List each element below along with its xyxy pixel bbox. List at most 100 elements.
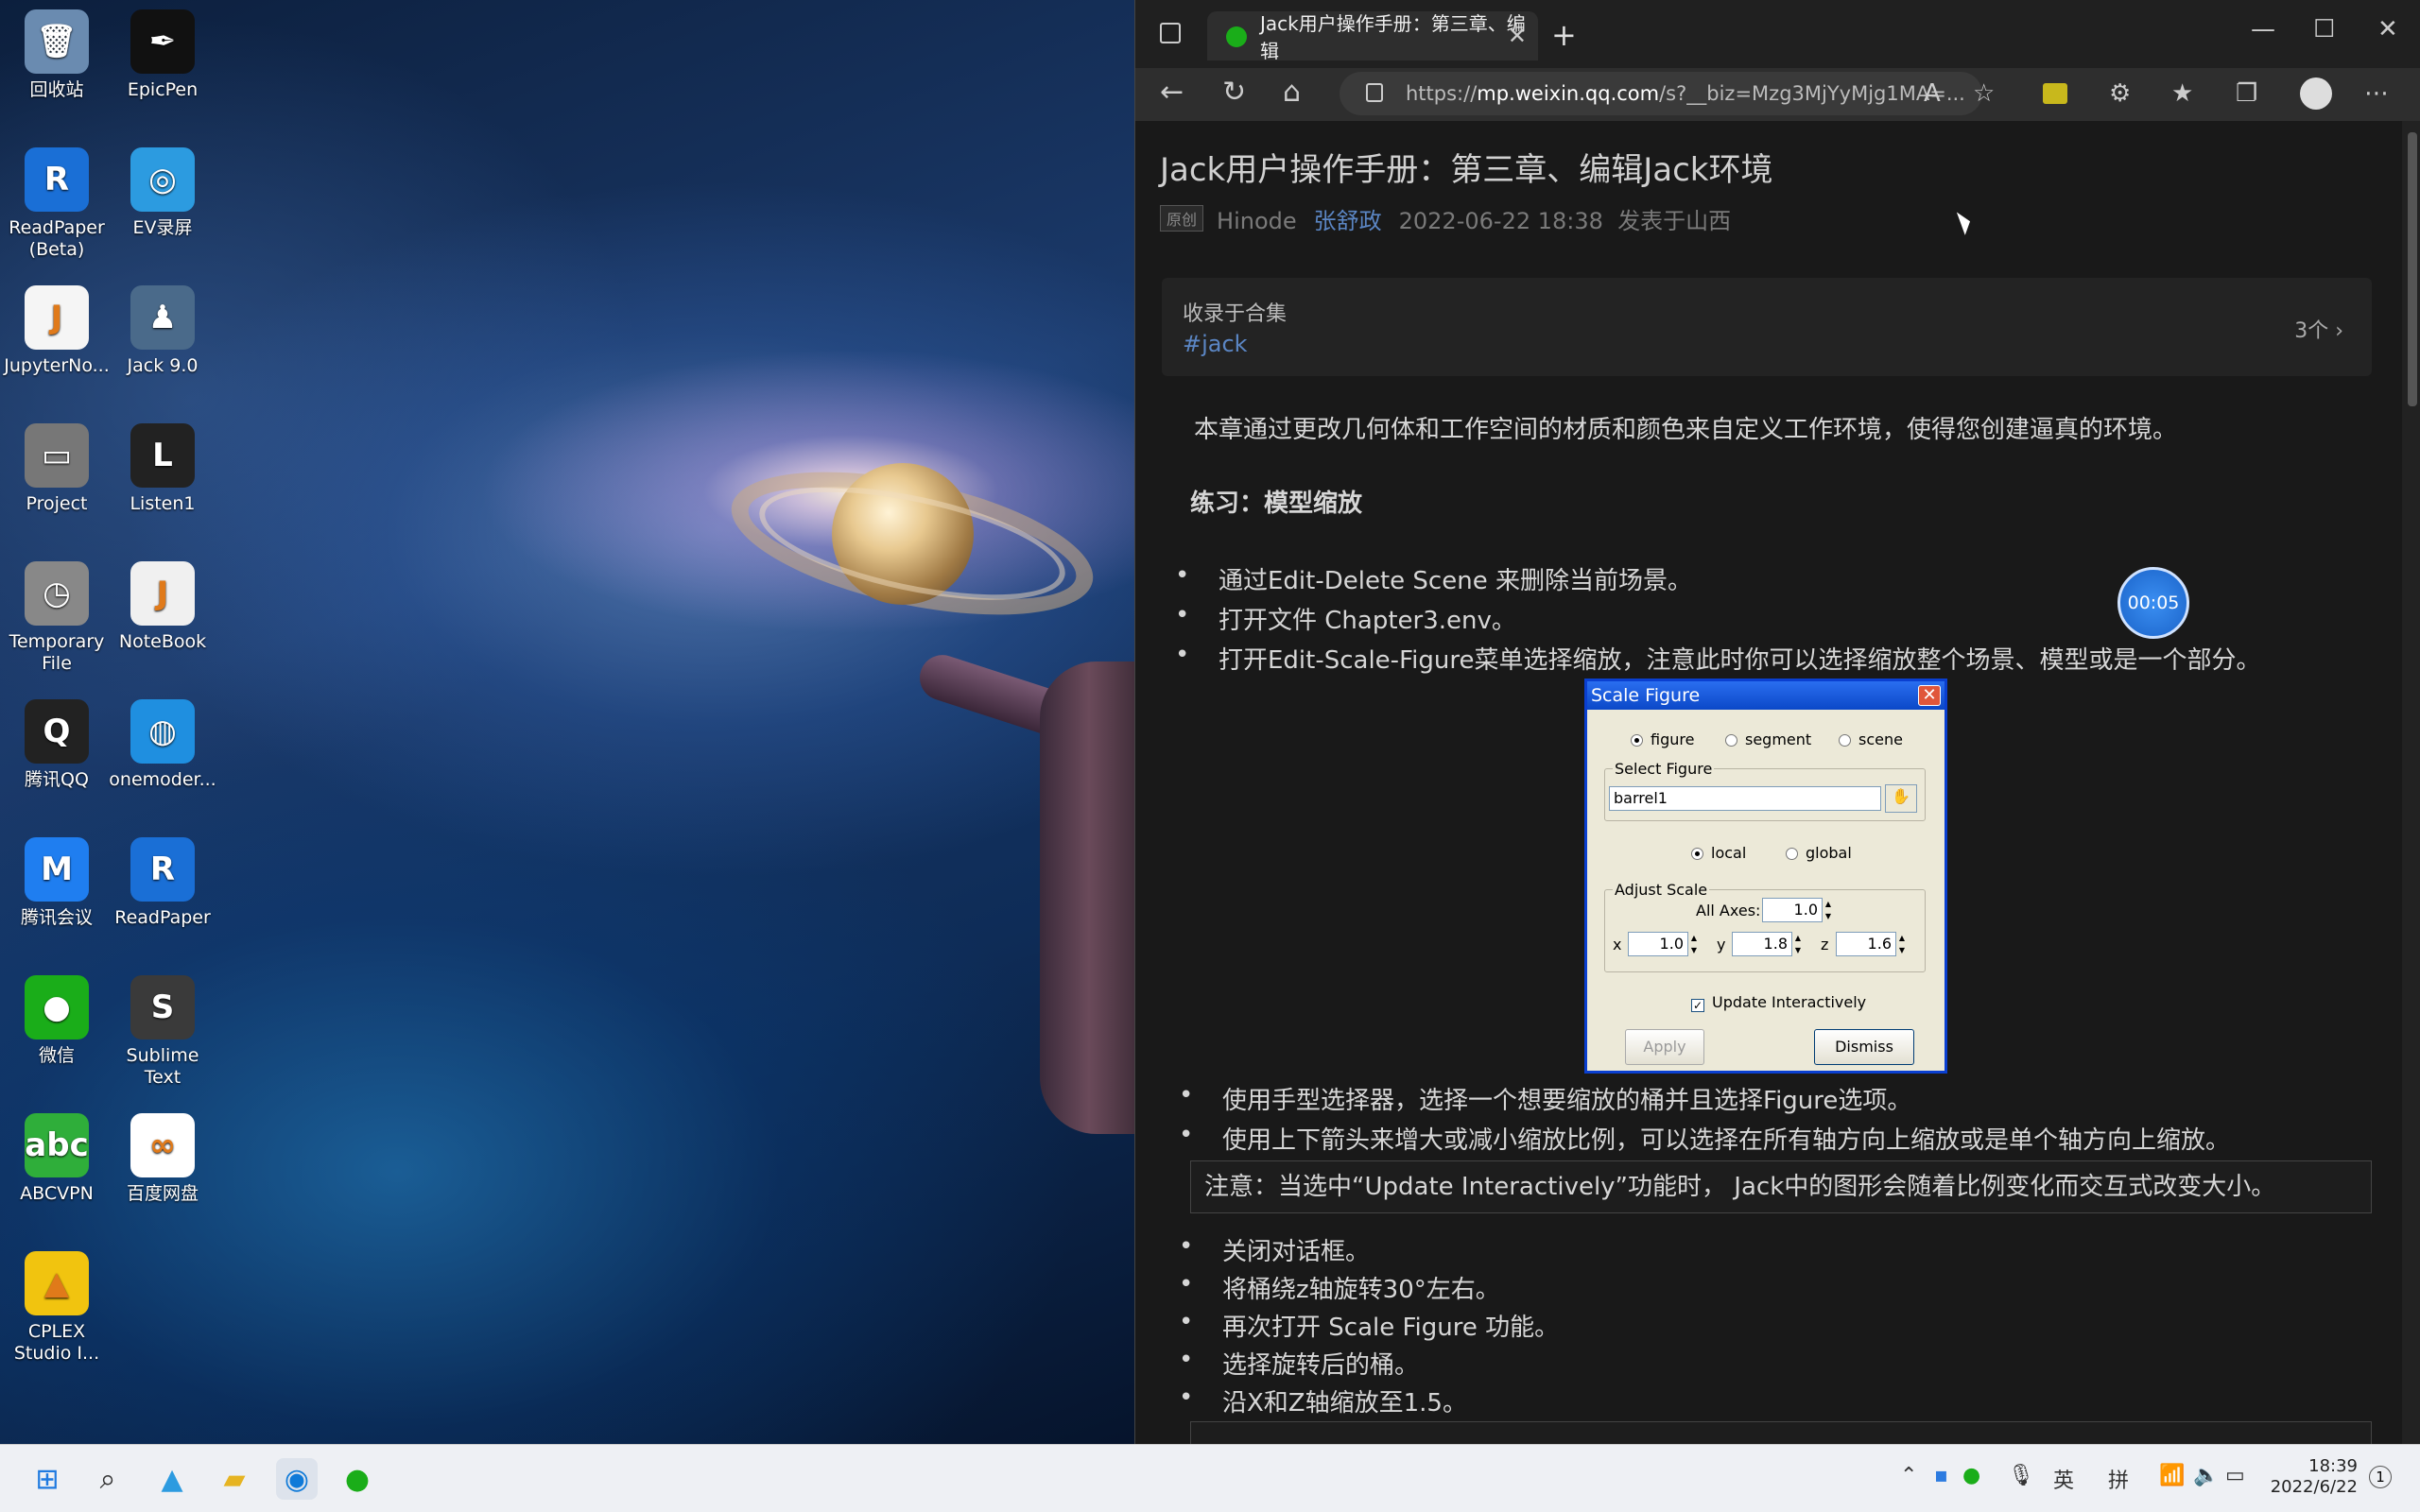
- search-icon[interactable]: ⌕: [87, 1458, 129, 1500]
- close-tab-icon[interactable]: ✕: [1508, 23, 1527, 49]
- list-item: 打开Edit-Scale-Figure菜单选择缩放，注意此时你可以选择缩放整个场…: [1175, 641, 2260, 676]
- list-item: 将桶绕z轴旋转30°左右。: [1179, 1270, 1500, 1305]
- maximize-icon[interactable]: ☐: [2313, 15, 2335, 43]
- wechat-taskbar-icon[interactable]: ●: [337, 1458, 378, 1500]
- url-host: mp.weixin.qq.com: [1477, 82, 1660, 105]
- app-icon: ●: [25, 975, 89, 1040]
- tray-chevron-icon[interactable]: ⌃: [1900, 1464, 1917, 1487]
- desktop-icon[interactable]: M 腾讯会议: [0, 833, 113, 966]
- desktop-icon[interactable]: J NoteBook: [106, 558, 219, 690]
- wechat-favicon-icon: [1226, 26, 1247, 47]
- desktop-icon-label: ReadPaper: [114, 907, 211, 928]
- desktop-icon[interactable]: ∞ 百度网盘: [106, 1109, 219, 1242]
- desktop-icon[interactable]: ▭ Project: [0, 420, 113, 552]
- url-input[interactable]: https://mp.weixin.qq.com/s?__biz=Mzg3MjY…: [1340, 72, 1982, 115]
- desktop-icon-label: 百度网盘: [126, 1183, 199, 1204]
- tab-article[interactable]: Jack用户操作手册：第三章、编辑 ✕: [1207, 11, 1538, 62]
- note-box-partial: [1190, 1421, 2372, 1444]
- desktop-icon-label: 腾讯会议: [20, 907, 93, 928]
- close-window-icon[interactable]: ✕: [2377, 15, 2398, 43]
- start-icon[interactable]: ⊞: [26, 1458, 68, 1500]
- wifi-icon[interactable]: 📶: [2159, 1464, 2185, 1487]
- edge-icon[interactable]: ◉: [276, 1458, 318, 1500]
- collection-tag[interactable]: #jack: [1183, 331, 1248, 357]
- collection-card[interactable]: 收录于合集 #jack 3个 ›: [1162, 278, 2372, 376]
- ime-lang[interactable]: 英: [2053, 1464, 2074, 1494]
- desktop-icon[interactable]: abc ABCVPN: [0, 1109, 113, 1242]
- adjust-scale-label: Adjust Scale: [1613, 881, 1710, 899]
- desktop-icon[interactable]: ▲ CPLEX Studio I...: [0, 1247, 113, 1380]
- battery-icon[interactable]: ▭: [2225, 1464, 2245, 1487]
- app-icon: ◍: [130, 699, 195, 764]
- microphone-icon[interactable]: 🎙: [2008, 1464, 2034, 1487]
- favorites-icon[interactable]: ★: [2171, 79, 2193, 108]
- z-label: z: [1821, 936, 1829, 954]
- account-name[interactable]: Hinode: [1217, 208, 1297, 234]
- minimize-icon[interactable]: —: [2251, 15, 2275, 43]
- app-icon: 🗑: [25, 9, 89, 74]
- desktop-icon[interactable]: J JupyterNo...: [0, 282, 113, 414]
- desktop-icon-label: EpicPen: [127, 79, 199, 100]
- list-item: 使用上下箭头来增大或减小缩放比例，可以选择在所有轴方向上缩放或是单个轴方向上缩放…: [1179, 1121, 2230, 1156]
- profile-avatar[interactable]: [2300, 77, 2332, 110]
- list-item: 关闭对话框。: [1179, 1232, 1370, 1267]
- collection-count[interactable]: 3个 ›: [2294, 314, 2343, 344]
- tray-wechat-icon[interactable]: ●: [1962, 1464, 1980, 1487]
- back-icon[interactable]: ←: [1160, 76, 1184, 109]
- adjust-scale-group: Adjust Scale All Axes: 1.0 ▲ ▼ x 1.0 ▲ ▼ y…: [1604, 881, 1926, 972]
- list-item: 再次打开 Scale Figure 功能。: [1179, 1308, 1559, 1343]
- extension-icon[interactable]: [2043, 83, 2067, 104]
- hand-picker-icon: ✋: [1885, 784, 1917, 813]
- article-meta: 原创 Hinode 张舒政 2022-06-22 18:38 发表于山西: [1160, 202, 1731, 235]
- tab-actions-icon[interactable]: [1160, 23, 1181, 43]
- scrollbar-thumb[interactable]: [2408, 132, 2417, 406]
- tray-app-icon[interactable]: ▪: [1934, 1464, 1948, 1487]
- astronaut: [1040, 662, 1134, 1134]
- z-field: 1.6: [1836, 932, 1896, 956]
- desktop-icon[interactable]: ◷ Temporary File: [0, 558, 113, 690]
- desktop-icon-label: 回收站: [29, 79, 84, 100]
- app-triangle-icon[interactable]: ▲: [151, 1458, 193, 1500]
- desktop-icon[interactable]: R ReadPaper: [106, 833, 219, 966]
- desktop-icon[interactable]: Q 腾讯QQ: [0, 696, 113, 828]
- home-icon[interactable]: ⌂: [1283, 76, 1301, 109]
- file-explorer-icon[interactable]: ▰: [214, 1458, 255, 1500]
- desktop-icon-label: Sublime Text: [126, 1045, 199, 1088]
- recording-timer[interactable]: 00:05: [2118, 567, 2189, 639]
- refresh-icon[interactable]: ↻: [1222, 76, 1246, 109]
- apply-button: Apply: [1625, 1029, 1704, 1065]
- desktop-icon[interactable]: ✒ EpicPen: [106, 6, 219, 138]
- desktop-icon[interactable]: ● 微信: [0, 971, 113, 1104]
- app-icon: M: [25, 837, 89, 902]
- clock-date: 2022/6/22: [2270, 1477, 2358, 1497]
- desktop-icon[interactable]: ◎ EV录屏: [106, 144, 219, 276]
- desktop-icon-label: Listen1: [130, 493, 196, 514]
- extensions-icon[interactable]: ⚙: [2109, 79, 2131, 108]
- desktop-icon[interactable]: R ReadPaper (Beta): [0, 144, 113, 276]
- desktop-icon-label: JupyterNo...: [4, 355, 110, 376]
- clock[interactable]: 18:39 2022/6/22: [2254, 1456, 2358, 1498]
- x-spinner-icon: ▲ ▼: [1690, 934, 1698, 954]
- x-field: 1.0: [1628, 932, 1688, 956]
- list-item: 沿X和Z轴缩放至1.5。: [1179, 1383, 1467, 1418]
- more-icon[interactable]: ⋯: [2364, 79, 2389, 108]
- desktop-icon[interactable]: ♟ Jack 9.0: [106, 282, 219, 414]
- app-icon: ♟: [130, 285, 195, 350]
- app-icon: L: [130, 423, 195, 488]
- desktop-icon-label: Temporary File: [9, 631, 105, 674]
- notification-badge[interactable]: 1: [2369, 1466, 2392, 1488]
- section-heading: 练习：模型缩放: [1190, 490, 1363, 518]
- collections-icon[interactable]: ❐: [2236, 79, 2257, 108]
- desktop-icon[interactable]: 🗑 回收站: [0, 6, 113, 138]
- add-favorite-icon[interactable]: ☆: [1973, 79, 1995, 108]
- desktop-icon[interactable]: S Sublime Text: [106, 971, 219, 1104]
- select-figure-label: Select Figure: [1613, 760, 1715, 778]
- author-link[interactable]: 张舒政: [1314, 208, 1382, 234]
- volume-icon[interactable]: 🔈: [2193, 1464, 2219, 1487]
- new-tab-icon[interactable]: +: [1551, 17, 1577, 53]
- desktop-icon[interactable]: ◍ onemoder...: [106, 696, 219, 828]
- read-aloud-icon[interactable]: A: [1924, 79, 1941, 108]
- app-icon: ✒: [130, 9, 195, 74]
- desktop-icon[interactable]: L Listen1: [106, 420, 219, 552]
- ime-mode[interactable]: 拼: [2108, 1464, 2129, 1494]
